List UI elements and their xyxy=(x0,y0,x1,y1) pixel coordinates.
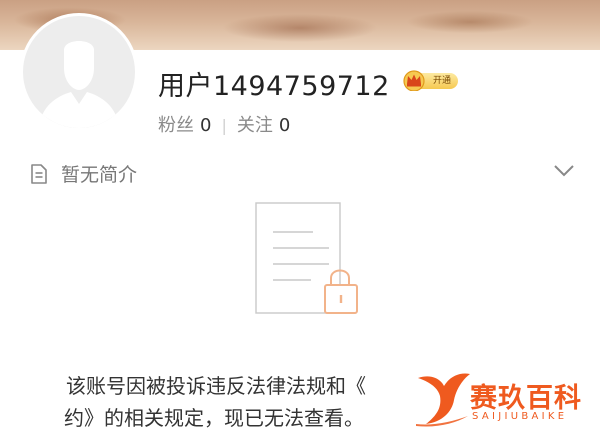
followers-label: 粉丝 xyxy=(158,115,194,136)
avatar[interactable] xyxy=(20,13,138,131)
locked-document-icon xyxy=(255,202,358,314)
vip-badge[interactable]: 开通 xyxy=(402,69,460,91)
whale-tail-logo-icon xyxy=(416,373,470,427)
watermark: 赛玖百科 SAIJIUBAIKE xyxy=(412,368,592,428)
stats-divider: | xyxy=(221,116,227,135)
chevron-down-icon[interactable] xyxy=(553,164,575,178)
watermark-subtitle: SAIJIUBAIKE xyxy=(472,411,568,422)
following-label: 关注 xyxy=(236,115,273,136)
intro-row[interactable]: 暂无简介 xyxy=(29,160,137,187)
following-count: 0 xyxy=(278,115,291,136)
watermark-title: 赛玖百科 xyxy=(470,383,582,414)
profile-stats: 粉丝 0 | 关注 0 xyxy=(158,111,290,137)
document-icon xyxy=(31,163,47,184)
default-avatar-icon xyxy=(39,41,119,128)
crown-icon xyxy=(403,70,425,91)
followers-stat[interactable]: 粉丝 0 xyxy=(158,115,211,136)
followers-count: 0 xyxy=(200,115,212,136)
intro-text: 暂无简介 xyxy=(61,164,138,186)
username: 用户1494759712 xyxy=(158,71,390,102)
following-stat[interactable]: 关注 0 xyxy=(237,115,290,136)
